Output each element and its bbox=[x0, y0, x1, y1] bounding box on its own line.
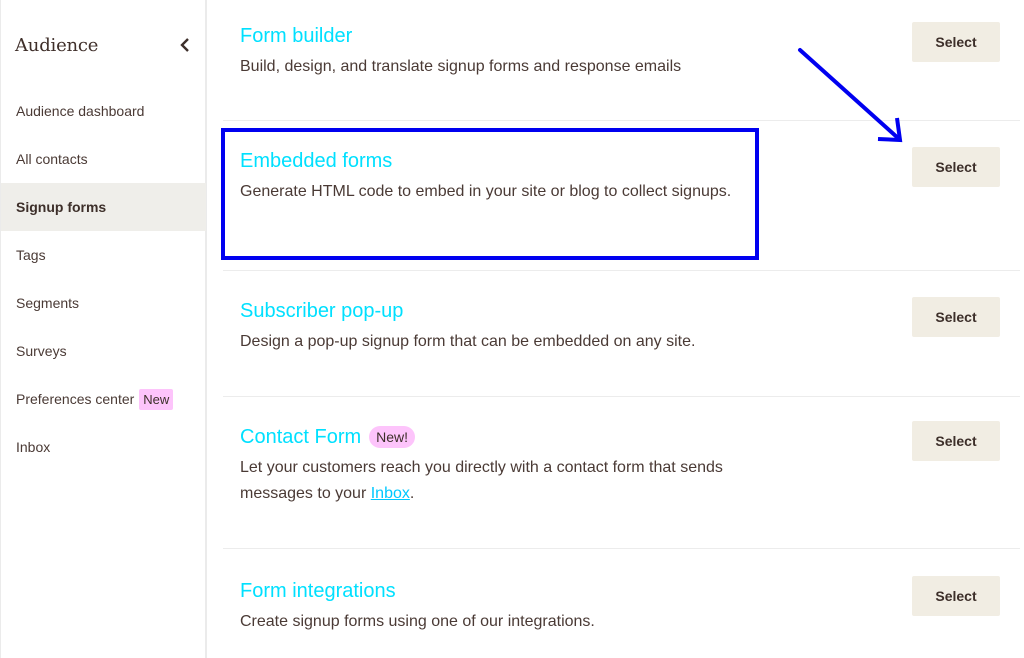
form-option-subscriber-popup: Subscriber pop-up Design a pop-up signup… bbox=[223, 271, 1020, 397]
sidebar-item-segments[interactable]: Segments bbox=[1, 279, 206, 327]
embedded-forms-select-button[interactable]: Select bbox=[912, 147, 1000, 187]
form-option-description: Let your customers reach you directly wi… bbox=[240, 455, 800, 507]
sidebar-item-label: Surveys bbox=[16, 343, 67, 359]
sidebar-item-inbox[interactable]: Inbox bbox=[1, 423, 206, 471]
form-option-form-builder: Form builder Build, design, and translat… bbox=[223, 0, 1020, 121]
form-option-description: Generate HTML code to embed in your site… bbox=[240, 183, 732, 200]
form-option-description: Create signup forms using one of our int… bbox=[240, 613, 595, 630]
sidebar-item-tags[interactable]: Tags bbox=[1, 231, 206, 279]
new-badge: New! bbox=[369, 426, 416, 448]
sidebar-item-preferences-center[interactable]: Preferences center New bbox=[1, 375, 206, 423]
sidebar-item-all-contacts[interactable]: All contacts bbox=[1, 135, 206, 183]
sidebar-item-label: Inbox bbox=[16, 439, 51, 455]
form-option-title[interactable]: Embedded forms bbox=[240, 147, 800, 175]
page: Audience Audience dashboard All contacts… bbox=[0, 0, 1024, 658]
form-option-description: Build, design, and translate signup form… bbox=[240, 58, 682, 75]
inbox-link[interactable]: Inbox bbox=[371, 485, 410, 502]
sidebar: Audience Audience dashboard All contacts… bbox=[0, 0, 207, 658]
form-option-description: Design a pop-up signup form that can be … bbox=[240, 333, 696, 350]
form-option-title[interactable]: Subscriber pop-up bbox=[240, 297, 800, 325]
chevron-left-icon bbox=[180, 38, 189, 52]
sidebar-item-label: Audience dashboard bbox=[16, 103, 145, 119]
sidebar-item-label: Preferences center bbox=[16, 391, 135, 407]
sidebar-nav: Audience dashboard All contacts Signup f… bbox=[1, 87, 206, 471]
form-option-title[interactable]: Form builder bbox=[240, 22, 800, 50]
form-option-title-wrap: Contact Form New! bbox=[240, 423, 800, 451]
new-badge: New bbox=[139, 388, 174, 410]
form-option-title[interactable]: Form integrations bbox=[240, 577, 800, 605]
contact-form-select-button[interactable]: Select bbox=[912, 421, 1000, 461]
form-option-form-integrations: Form integrations Create signup forms us… bbox=[223, 549, 1020, 658]
form-builder-select-button[interactable]: Select bbox=[912, 22, 1000, 62]
sidebar-item-label: Signup forms bbox=[16, 199, 107, 215]
form-integrations-select-button[interactable]: Select bbox=[912, 576, 1000, 616]
collapse-sidebar-button[interactable] bbox=[175, 35, 195, 55]
sidebar-header: Audience bbox=[15, 30, 195, 60]
form-options-list: Form builder Build, design, and translat… bbox=[223, 0, 1020, 658]
sidebar-item-label: Segments bbox=[16, 295, 80, 311]
sidebar-item-label: All contacts bbox=[16, 151, 88, 167]
sidebar-item-surveys[interactable]: Surveys bbox=[1, 327, 206, 375]
sidebar-title: Audience bbox=[15, 34, 99, 56]
form-option-contact-form: Contact Form New! Let your customers rea… bbox=[223, 397, 1020, 549]
sidebar-item-label: Tags bbox=[16, 247, 46, 263]
subscriber-popup-select-button[interactable]: Select bbox=[912, 297, 1000, 337]
form-option-title[interactable]: Contact Form bbox=[240, 426, 361, 449]
form-option-embedded-forms: Embedded forms Generate HTML code to emb… bbox=[223, 121, 1020, 271]
sidebar-item-signup-forms[interactable]: Signup forms bbox=[1, 183, 206, 231]
sidebar-item-audience-dashboard[interactable]: Audience dashboard bbox=[1, 87, 206, 135]
description-suffix: . bbox=[409, 485, 415, 502]
description-text: Let your customers reach you directly wi… bbox=[240, 459, 723, 502]
